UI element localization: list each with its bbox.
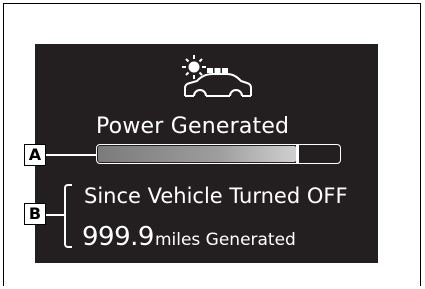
power-generated-bar-marker bbox=[295, 144, 299, 164]
sun-icon bbox=[182, 55, 206, 79]
callout-b-bracket bbox=[64, 184, 72, 248]
since-vehicle-off-label: Since Vehicle Turned OFF bbox=[84, 184, 348, 208]
power-generated-bar-fill bbox=[98, 146, 296, 162]
generated-distance: 999.9miles Generated bbox=[82, 222, 296, 252]
generated-distance-unit: miles Generated bbox=[154, 230, 296, 250]
power-generated-title: Power Generated bbox=[96, 114, 290, 139]
generated-distance-value: 999.9 bbox=[82, 222, 154, 252]
callout-b-leader bbox=[46, 214, 64, 216]
solar-car-icon bbox=[182, 55, 252, 97]
callout-a-leader bbox=[46, 154, 96, 156]
callout-b-label: B bbox=[24, 203, 46, 225]
power-generated-bar bbox=[96, 144, 341, 164]
callout-a-label: A bbox=[24, 144, 46, 166]
